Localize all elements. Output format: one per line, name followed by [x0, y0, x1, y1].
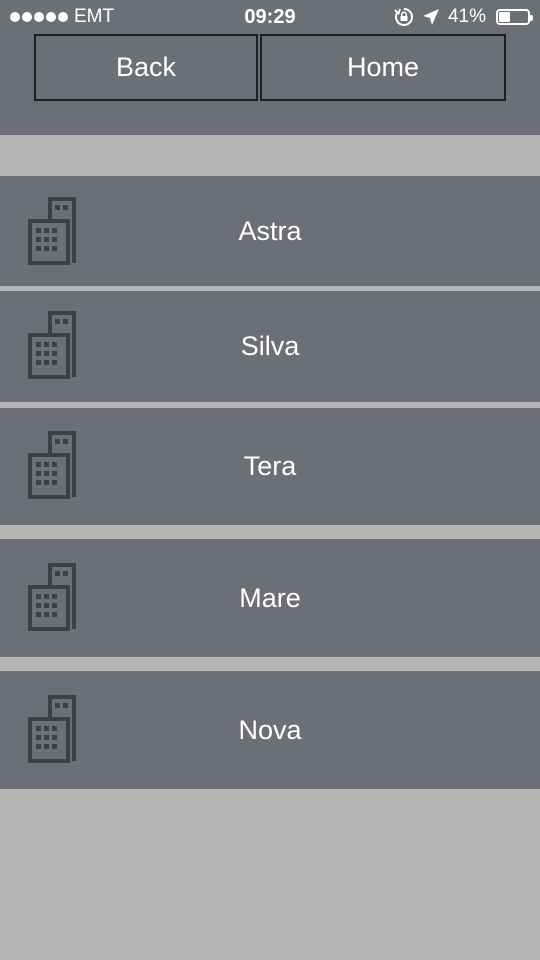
battery-percent: 41%	[447, 6, 486, 27]
list-item-label: Astra	[238, 216, 302, 246]
battery-fill	[499, 12, 510, 22]
header-bar: EMT 09:29 41% Back Home	[0, 0, 540, 135]
list-item-label: Silva	[240, 331, 300, 361]
battery-icon	[496, 9, 533, 25]
list-item-label: Tera	[243, 451, 297, 481]
back-button[interactable]: Back	[34, 34, 258, 101]
rotation-lock-icon	[394, 7, 414, 27]
list-item-label: Mare	[239, 583, 301, 613]
list-item-astra[interactable]: Astra	[0, 176, 540, 286]
list-item-silva[interactable]: Silva	[0, 291, 540, 402]
list-item-nova[interactable]: Nova	[0, 671, 540, 789]
home-button[interactable]: Home	[260, 34, 506, 101]
list-item-mare[interactable]: Mare	[0, 539, 540, 657]
list-item-tera[interactable]: Tera	[0, 408, 540, 525]
status-bar: EMT 09:29 41%	[0, 0, 540, 34]
screen: EMT 09:29 41% Back Home Astra Silva Tera…	[0, 0, 540, 960]
list-item-label: Nova	[238, 715, 302, 745]
location-arrow-icon	[422, 8, 440, 26]
status-right: 41%	[394, 6, 533, 28]
